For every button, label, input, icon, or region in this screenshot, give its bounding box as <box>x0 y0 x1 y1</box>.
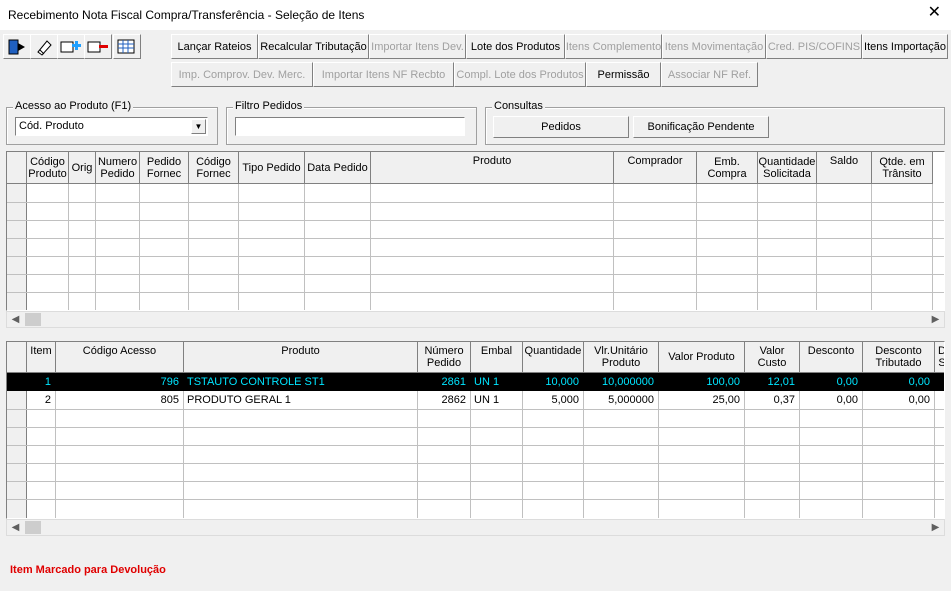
scroll-right-icon[interactable]: ▶ <box>927 520 944 535</box>
window-title: Recebimento Nota Fiscal Compra/Transferê… <box>8 8 365 22</box>
cred-pis-cofins-button[interactable]: Cred. PIS/COFINS <box>766 34 862 59</box>
lancar-rateios-button[interactable]: Lançar Rateios <box>171 34 258 59</box>
col-desconto-tributado[interactable]: Desconto Tributado <box>863 342 935 373</box>
remove-item-icon <box>87 41 108 52</box>
status-message: Item Marcado para Devolução <box>10 564 166 576</box>
col-pedido-fornec[interactable]: Pedido Fornec <box>140 152 189 184</box>
pedidos-button[interactable]: Pedidos <box>493 116 629 138</box>
imp-comprov-dev-button[interactable]: Imp. Comprov. Dev. Merc. <box>171 62 313 87</box>
quantidade-cell: 5,000 <box>551 394 579 406</box>
col-tipo-pedido[interactable]: Tipo Pedido <box>239 152 305 184</box>
itens-movimentacao-button[interactable]: Itens Movimentação <box>662 34 766 59</box>
exit-icon <box>8 39 25 54</box>
quantidade-cell: 10,000 <box>545 376 579 388</box>
col-produto[interactable]: Produto <box>184 342 418 373</box>
col-item[interactable]: Item <box>27 342 56 373</box>
col-data-pedido[interactable]: Data Pedido <box>305 152 371 184</box>
vlr-unitario-cell: 5,000000 <box>608 394 654 406</box>
exit-button[interactable] <box>3 34 31 59</box>
col-qtde-transito[interactable]: Qtde. em Trânsito <box>872 152 933 184</box>
acesso-selected-value: Cód. Produto <box>19 120 84 132</box>
itens-complemento-button[interactable]: Itens Complemento <box>565 34 662 59</box>
acesso-legend: Acesso ao Produto (F1) <box>13 100 134 112</box>
grid2-hscrollbar[interactable]: ◀ ▶ <box>6 519 945 536</box>
remove-item-button[interactable] <box>84 34 112 59</box>
scroll-right-icon[interactable]: ▶ <box>927 312 944 327</box>
consultas-legend: Consultas <box>492 100 545 112</box>
col-valor-produto[interactable]: Valor Produto <box>659 342 745 373</box>
acesso-produto-select[interactable]: Cód. Produto ▼ <box>15 117 208 136</box>
col-valor-custo[interactable]: Valor Custo <box>745 342 800 373</box>
filtro-pedidos-input[interactable] <box>235 117 465 136</box>
numero-pedido-cell: 2861 <box>441 376 466 388</box>
col-saldo[interactable]: Saldo <box>817 152 872 184</box>
add-item-button[interactable] <box>57 34 85 59</box>
chevron-down-icon[interactable]: ▼ <box>191 119 206 134</box>
table-row[interactable]: 2 805 PRODUTO GERAL 1 2862 UN 1 5,000 5,… <box>7 391 944 409</box>
table-row[interactable]: 1 796 TSTAUTO CONTROLE ST1 2861 UN 1 10,… <box>7 373 944 391</box>
desconto-cell: 0,00 <box>836 376 858 388</box>
numero-pedido-cell: 2862 <box>441 394 466 406</box>
valor-produto-cell: 100,00 <box>706 376 740 388</box>
produto-cell: PRODUTO GERAL 1 <box>187 394 291 406</box>
itens-importacao-button[interactable]: Itens Importação <box>862 34 948 59</box>
scroll-left-icon[interactable]: ◀ <box>7 312 24 327</box>
associar-nf-ref-button[interactable]: Associar NF Ref. <box>661 62 758 87</box>
col-codigo-acesso[interactable]: Código Acesso <box>56 342 184 373</box>
recalcular-tributacao-button[interactable]: Recalcular Tributação <box>258 34 369 59</box>
codigo-acesso-cell: 805 <box>160 394 179 406</box>
col-quantidade[interactable]: Quantidade <box>523 342 584 373</box>
desconto-tributado-cell: 0,00 <box>908 376 930 388</box>
col-codigo-fornec[interactable]: Código Fornec <box>189 152 239 184</box>
col-emb-compra[interactable]: Emb. Compra <box>697 152 758 184</box>
scroll-left-icon[interactable]: ◀ <box>7 520 24 535</box>
grid-icon <box>117 39 135 53</box>
grid1-hscrollbar[interactable]: ◀ ▶ <box>6 311 945 328</box>
col-desconto[interactable]: Desconto <box>800 342 863 373</box>
col-numero-pedido[interactable]: Número Pedido <box>418 342 471 373</box>
desconto-tributado-cell: 0,00 <box>908 394 930 406</box>
col-vlr-unitario[interactable]: Vlr.Unitário Produto <box>584 342 659 373</box>
embal-cell: UN 1 <box>474 394 500 406</box>
importar-itens-dev-button[interactable]: Importar Itens Dev. <box>369 34 466 59</box>
col-quantidade-solicitada[interactable]: Quantidade Solicitada <box>758 152 817 184</box>
title-bar: Recebimento Nota Fiscal Compra/Transferê… <box>0 0 951 30</box>
grid2-corner <box>7 342 27 373</box>
col-orig[interactable]: Orig <box>69 152 96 184</box>
grid-button[interactable] <box>113 34 141 59</box>
grid1-corner <box>7 152 27 184</box>
eraser-button[interactable] <box>30 34 58 59</box>
col-embal[interactable]: Embal <box>471 342 523 373</box>
valor-custo-cell: 0,37 <box>773 394 795 406</box>
importar-itens-nf-button[interactable]: Importar Itens NF Recbto <box>313 62 454 87</box>
col-produto[interactable]: Produto <box>371 152 614 184</box>
col-d-s[interactable]: D S <box>935 342 944 373</box>
col-comprador[interactable]: Comprador <box>614 152 697 184</box>
eraser-icon <box>37 39 52 56</box>
permissao-button[interactable]: Permissão <box>586 62 661 87</box>
col-numero-pedido[interactable]: Numero Pedido <box>96 152 140 184</box>
produto-cell: TSTAUTO CONTROLE ST1 <box>187 376 325 388</box>
valor-produto-cell: 25,00 <box>712 394 740 406</box>
close-icon[interactable]: ✕ <box>928 4 941 22</box>
vlr-unitario-cell: 10,000000 <box>602 376 654 388</box>
scroll-thumb[interactable] <box>25 313 41 326</box>
item-cell: 1 <box>44 376 51 388</box>
desconto-cell: 0,00 <box>836 394 858 406</box>
codigo-acesso-cell: 796 <box>160 376 179 388</box>
embal-cell: UN 1 <box>474 376 500 388</box>
pedidos-grid[interactable]: Código Produto Orig Numero Pedido Pedido… <box>6 151 945 311</box>
col-codigo-produto[interactable]: Código Produto <box>27 152 69 184</box>
scroll-thumb[interactable] <box>25 521 41 534</box>
add-item-icon <box>60 40 81 52</box>
item-cell: 2 <box>44 394 51 406</box>
bonificacao-pendente-button[interactable]: Bonificação Pendente <box>633 116 769 138</box>
filtro-legend: Filtro Pedidos <box>233 100 305 112</box>
compl-lote-produtos-button[interactable]: Compl. Lote dos Produtos <box>454 62 586 87</box>
itens-grid[interactable]: Item Código Acesso Produto Número Pedido… <box>6 341 945 519</box>
lote-produtos-button[interactable]: Lote dos Produtos <box>466 34 565 59</box>
valor-custo-cell: 12,01 <box>767 376 795 388</box>
